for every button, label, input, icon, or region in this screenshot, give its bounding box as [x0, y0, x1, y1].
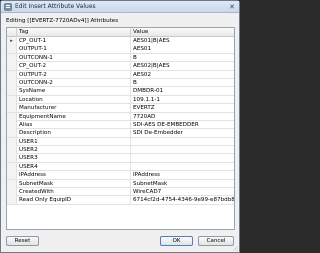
edit-attribute-dialog: Edit Insert Attribute Values ✕ Editing [… — [0, 0, 240, 253]
row-selector[interactable] — [7, 188, 17, 197]
reset-button[interactable]: Reset — [6, 236, 39, 246]
table-row[interactable]: USER3 — [7, 154, 234, 163]
table-row[interactable]: OUTCONN-2 B — [7, 78, 234, 88]
table-row[interactable]: CP_OUT-2 AES02|B|AES — [7, 62, 234, 71]
row-selector[interactable] — [7, 154, 17, 163]
table-row[interactable]: SubnetMask SubnetMask — [7, 179, 234, 189]
header-row-selector — [7, 28, 17, 37]
value-cell[interactable]: EVERTZ — [131, 104, 234, 112]
table-row[interactable]: EquipmentName 7720AD — [7, 112, 234, 121]
tag-cell[interactable]: Description — [17, 129, 131, 138]
editing-label: Editing [[EVERTZ-7720ADv4]] Attributes — [6, 18, 119, 24]
tag-cell[interactable]: Location — [17, 95, 131, 104]
row-selector[interactable] — [7, 70, 17, 79]
grid-header: Tag Value — [7, 28, 234, 37]
value-cell[interactable]: B — [131, 54, 234, 62]
row-selector[interactable] — [7, 95, 17, 104]
table-row[interactable]: USER2 — [7, 146, 234, 155]
value-cell[interactable]: SDI-AES DE-EMBEDDER — [131, 121, 234, 129]
value-cell[interactable]: 109.1.1-1 — [131, 96, 234, 104]
row-selector[interactable] — [7, 120, 17, 129]
table-row[interactable]: Description SDI De-Embedder — [7, 129, 234, 138]
value-cell[interactable]: 6714cf2d-4754-4346-9e99-e87bdb89cca6 — [131, 196, 234, 204]
tag-cell[interactable]: USER3 — [17, 154, 131, 163]
table-row[interactable]: Location 109.1.1-1 — [7, 95, 234, 105]
tag-cell[interactable]: Manufacturer — [17, 104, 131, 113]
attribute-grid: Tag Value ▸ CP_OUT-1 AES01|B|AES OUTPUT-1 AE… — [6, 27, 235, 230]
value-cell[interactable]: B — [131, 79, 234, 87]
tag-cell[interactable]: SubnetMask — [17, 179, 131, 188]
value-cell[interactable]: IPAddress — [131, 171, 234, 179]
value-cell[interactable]: AES02 — [131, 71, 234, 79]
row-selector[interactable] — [7, 104, 17, 113]
row-selector[interactable] — [7, 179, 17, 188]
table-row[interactable]: SysName DMBDR-01 — [7, 87, 234, 96]
window-title: Edit Insert Attribute Values — [15, 3, 96, 10]
row-selector[interactable] — [7, 112, 17, 121]
tag-cell[interactable]: USER2 — [17, 146, 131, 155]
row-selector[interactable] — [7, 196, 17, 205]
value-cell[interactable]: SDI De-Embedder — [131, 129, 234, 137]
tag-cell[interactable]: IPAddress — [17, 171, 131, 180]
tag-cell[interactable]: USER4 — [17, 162, 131, 171]
row-selector[interactable] — [7, 87, 17, 96]
value-cell[interactable]: SubnetMask — [131, 180, 234, 188]
resize-grip-icon[interactable] — [233, 246, 238, 251]
value-cell[interactable] — [131, 138, 234, 146]
tag-cell[interactable]: OUTPUT-1 — [17, 45, 131, 54]
tag-cell[interactable]: CreatedWith — [17, 188, 131, 197]
row-selector[interactable] — [7, 146, 17, 155]
column-header-tag[interactable]: Tag — [17, 28, 131, 37]
row-selector[interactable] — [7, 62, 17, 71]
tag-cell[interactable]: USER1 — [17, 137, 131, 146]
value-cell[interactable]: 7720AD — [131, 113, 234, 121]
table-row[interactable]: OUTPUT-2 AES02 — [7, 70, 234, 79]
tag-cell[interactable]: SysName — [17, 87, 131, 96]
row-selector[interactable] — [7, 53, 17, 62]
tag-cell[interactable]: OUTPUT-2 — [17, 70, 131, 79]
row-selector[interactable] — [7, 162, 17, 171]
tag-cell[interactable]: CP_OUT-1 — [17, 37, 131, 45]
title-bar[interactable]: Edit Insert Attribute Values ✕ — [1, 1, 239, 13]
cancel-button[interactable]: Cancel — [198, 236, 234, 246]
tag-cell[interactable]: CP_OUT-2 — [17, 62, 131, 71]
grid-rows: ▸ CP_OUT-1 AES01|B|AES OUTPUT-1 AES01 OUTCONN… — [7, 37, 234, 205]
ok-button[interactable]: OK — [160, 236, 193, 246]
current-row-arrow-icon: ▸ — [10, 38, 13, 44]
value-cell[interactable]: AES02|B|AES — [131, 62, 234, 70]
table-row[interactable]: Manufacturer EVERTZ — [7, 104, 234, 113]
table-row[interactable]: OUTCONN-1 B — [7, 53, 234, 63]
value-cell[interactable]: WireCAD7 — [131, 188, 234, 196]
row-selector[interactable] — [7, 129, 17, 138]
app-icon — [4, 3, 12, 11]
row-selector[interactable] — [7, 45, 17, 54]
tag-cell[interactable]: Read Only EquipID — [17, 196, 131, 205]
column-header-value[interactable]: Value — [131, 28, 234, 37]
row-selector[interactable] — [7, 137, 17, 146]
row-selector[interactable] — [7, 171, 17, 180]
table-row[interactable]: IPAddress IPAddress — [7, 171, 234, 180]
row-selector[interactable]: ▸ — [7, 37, 17, 45]
table-row[interactable]: OUTPUT-1 AES01 — [7, 45, 234, 54]
value-cell[interactable]: DMBDR-01 — [131, 87, 234, 95]
table-row[interactable]: USER1 — [7, 137, 234, 147]
close-icon[interactable]: ✕ — [228, 3, 236, 11]
tag-cell[interactable]: OUTCONN-2 — [17, 78, 131, 87]
table-row[interactable]: Read Only EquipID 6714cf2d-4754-4346-9e99… — [7, 196, 234, 205]
value-cell[interactable]: AES01 — [131, 45, 234, 53]
table-row[interactable]: Alias SDI-AES DE-EMBEDDER — [7, 120, 234, 130]
tag-cell[interactable]: EquipmentName — [17, 112, 131, 121]
value-cell[interactable]: AES01|B|AES — [131, 37, 234, 45]
table-row[interactable]: USER4 — [7, 162, 234, 172]
row-selector[interactable] — [7, 78, 17, 87]
table-row[interactable]: CreatedWith WireCAD7 — [7, 188, 234, 197]
value-cell[interactable] — [131, 146, 234, 154]
tag-cell[interactable]: Alias — [17, 120, 131, 129]
tag-cell[interactable]: OUTCONN-1 — [17, 53, 131, 62]
value-cell[interactable] — [131, 154, 234, 162]
table-row[interactable]: ▸ CP_OUT-1 AES01|B|AES — [7, 37, 234, 46]
value-cell[interactable] — [131, 163, 234, 171]
